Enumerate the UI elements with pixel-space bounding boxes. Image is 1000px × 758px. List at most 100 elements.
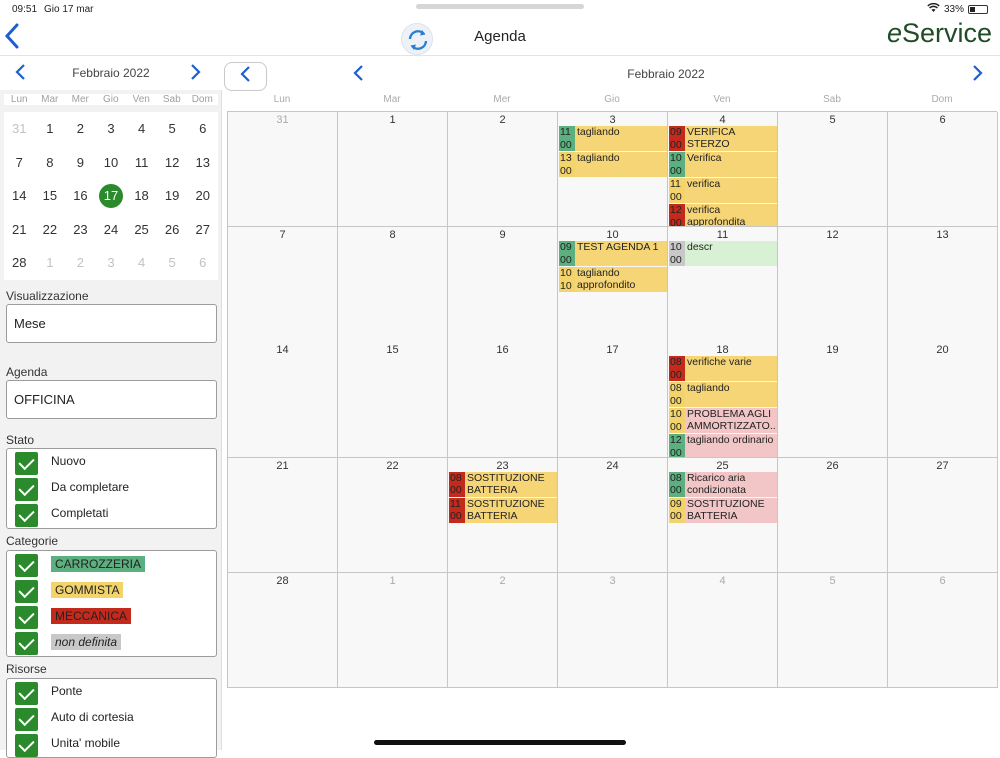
mini-day[interactable]: 15 [35,179,66,213]
calendar-day-cell[interactable]: 4 [668,572,778,689]
calendar-event[interactable]: 11 00 tagliando [559,126,667,151]
sync-button[interactable] [401,23,433,55]
checked-checkbox[interactable] [15,632,38,655]
mini-prev-month-button[interactable] [14,62,28,88]
mini-day[interactable]: 7 [4,146,35,180]
mini-day[interactable]: 19 [157,179,188,213]
calendar-day-cell[interactable]: 17 [558,342,668,458]
mini-day[interactable]: 20 [187,179,218,213]
calendar-day-cell[interactable]: 27 [888,457,998,573]
mini-day[interactable]: 4 [126,112,157,146]
mini-day[interactable]: 28 [4,246,35,280]
calendar-day-cell[interactable]: 18 08 00 verifiche varie 08 00 tagliando 10 00 PR… [668,342,778,458]
calendar-event[interactable]: 10 00 Verifica [669,152,777,177]
mini-day[interactable]: 2 [65,246,96,280]
mini-day[interactable]: 24 [96,213,127,247]
calendar-day-cell[interactable]: 10 09 00 TEST AGENDA 1 10 10 tagliando approfo… [558,227,668,343]
mini-day[interactable]: 9 [65,146,96,180]
mini-day[interactable]: 11 [126,146,157,180]
calendar-day-cell[interactable]: 28 [228,572,338,689]
calendar-day-cell[interactable]: 26 [778,457,888,573]
checked-checkbox[interactable] [15,580,38,603]
calendar-day-cell[interactable]: 15 [338,342,448,458]
calendar-event[interactable]: 11 00 verifica [669,178,777,203]
filter-option[interactable]: MECCANICA [7,603,216,629]
checked-checkbox[interactable] [15,682,38,705]
mini-day[interactable]: 16 [65,179,96,213]
mini-day[interactable]: 5 [157,246,188,280]
calendar-day-cell[interactable]: 2 [448,572,558,689]
calendar-day-cell[interactable]: 20 [888,342,998,458]
filter-option[interactable]: GOMMISTA [7,577,216,603]
mini-day[interactable]: 26 [157,213,188,247]
calendar-prev-month-button[interactable] [352,63,366,89]
filter-option[interactable]: non definita [7,629,216,655]
mini-day[interactable]: 13 [187,146,218,180]
mini-day[interactable]: 10 [96,146,127,180]
multitask-grip[interactable] [416,4,584,9]
checked-checkbox[interactable] [15,504,38,527]
checked-checkbox[interactable] [15,554,38,577]
calendar-event[interactable]: 08 00 Ricarico aria condizionata [669,471,777,497]
mini-day[interactable]: 23 [65,213,96,247]
calendar-day-cell[interactable]: 31 [228,112,338,228]
calendar-event[interactable]: 10 00 descr [669,241,777,267]
mini-next-month-button[interactable] [188,62,202,88]
mini-day-today[interactable]: 17 [96,179,127,213]
calendar-day-cell[interactable]: 25 08 00 Ricarico aria condizionata 09 00 SOST… [668,457,778,573]
mini-day[interactable]: 1 [35,246,66,280]
calendar-event[interactable]: 10 00 PROBLEMA AGLI AMMORTIZZATO... [669,408,777,434]
checked-checkbox[interactable] [15,708,38,731]
filter-option[interactable]: Nuovo [7,449,216,475]
mini-day[interactable]: 21 [4,213,35,247]
calendar-day-cell[interactable]: 2 [448,112,558,228]
back-button[interactable] [2,21,26,51]
calendar-day-cell[interactable]: 5 [778,112,888,228]
filter-option[interactable]: Unita' mobile [7,731,216,757]
calendar-event[interactable]: 12 00 tagliando ordinario [669,434,777,457]
checked-checkbox[interactable] [15,478,38,501]
calendar-day-cell[interactable]: 3 11 00 tagliando 13 00 tagliando [558,112,668,228]
calendar-day-cell[interactable]: 21 [228,457,338,573]
calendar-event[interactable]: 08 00 tagliando [669,382,777,408]
view-select[interactable]: Mese [6,304,217,343]
calendar-event[interactable]: 12 00 verifica approfondita [669,204,777,227]
calendar-back-button[interactable] [224,62,267,91]
calendar-event[interactable]: 13 00 tagliando [559,152,667,177]
checked-checkbox[interactable] [15,452,38,475]
calendar-event[interactable]: 09 00 VERIFICA STERZO [669,126,777,151]
calendar-day-cell[interactable]: 24 [558,457,668,573]
mini-day[interactable]: 8 [35,146,66,180]
filter-option[interactable]: Auto di cortesia [7,705,216,731]
filter-option[interactable]: Completati [7,501,216,527]
calendar-day-cell[interactable]: 4 09 00 VERIFICA STERZO 10 00 Verifica 11 00 veri… [668,112,778,228]
calendar-event[interactable]: 08 00 verifiche varie [669,356,777,382]
mini-day[interactable]: 25 [126,213,157,247]
mini-day[interactable]: 4 [126,246,157,280]
calendar-day-cell[interactable]: 14 [228,342,338,458]
mini-day[interactable]: 14 [4,179,35,213]
calendar-day-cell[interactable]: 1 [338,112,448,228]
calendar-day-cell[interactable]: 7 [228,227,338,343]
mini-day[interactable]: 3 [96,112,127,146]
calendar-event[interactable]: 08 00 SOSTITUZIONE BATTERIA [449,471,557,497]
mini-day[interactable]: 1 [35,112,66,146]
calendar-day-cell[interactable]: 1 [338,572,448,689]
mini-day[interactable]: 27 [187,213,218,247]
calendar-day-cell[interactable]: 6 [888,112,998,228]
calendar-day-cell[interactable]: 22 [338,457,448,573]
calendar-next-month-button[interactable] [970,63,984,89]
filter-option[interactable]: Ponte [7,679,216,705]
calendar-event[interactable]: 09 00 SOSTITUZIONE BATTERIA [669,497,777,523]
filter-option[interactable]: Da completare [7,475,216,501]
calendar-day-cell[interactable]: 19 [778,342,888,458]
calendar-event[interactable]: 09 00 TEST AGENDA 1 [559,241,667,267]
checked-checkbox[interactable] [15,606,38,629]
calendar-day-cell[interactable]: 13 [888,227,998,343]
calendar-day-cell[interactable]: 8 [338,227,448,343]
calendar-day-cell[interactable]: 12 [778,227,888,343]
calendar-event[interactable]: 11 00 SOSTITUZIONE BATTERIA [449,497,557,523]
calendar-day-cell[interactable]: 6 [888,572,998,689]
calendar-day-cell[interactable]: 11 10 00 descr [668,227,778,343]
filter-option[interactable]: CARROZZERIA [7,551,216,577]
